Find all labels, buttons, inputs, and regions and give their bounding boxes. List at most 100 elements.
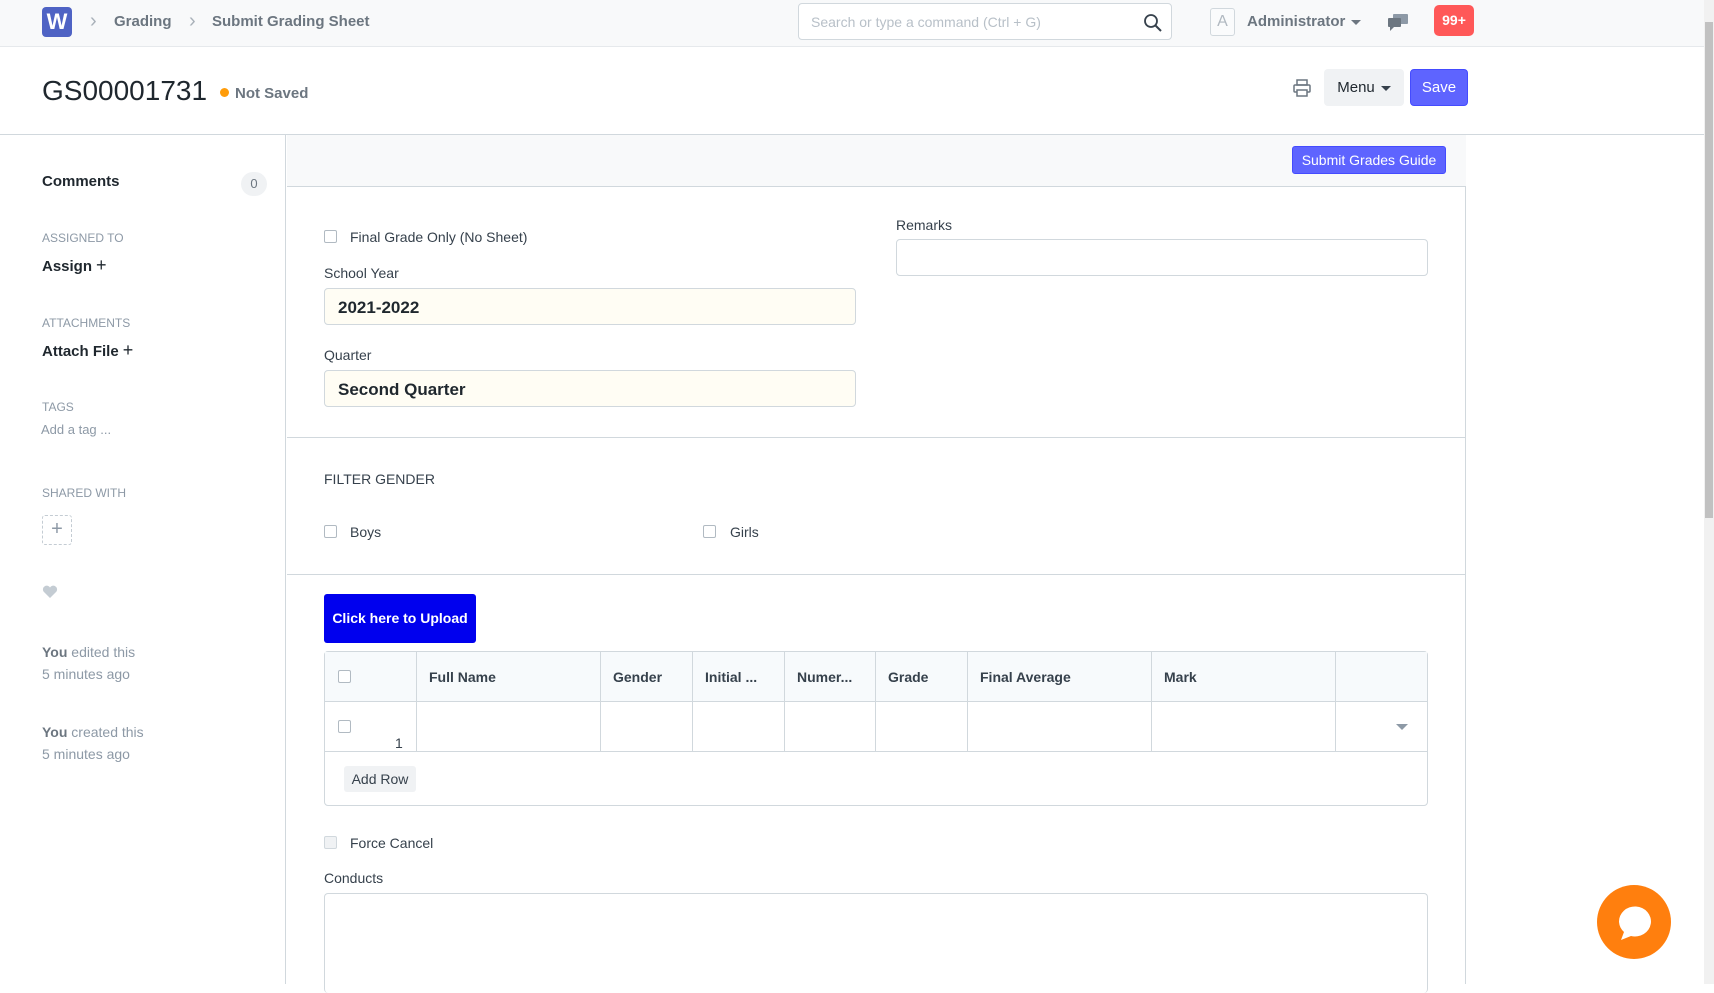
notification-badge[interactable]: 99+ xyxy=(1434,5,1474,36)
boys-label: Boys xyxy=(350,524,382,540)
attachments-heading: ATTACHMENTS xyxy=(42,316,131,330)
add-tag-input[interactable]: Add a tag ... xyxy=(41,422,111,437)
status-dot-icon xyxy=(220,88,229,97)
menu-button[interactable]: Menu xyxy=(1324,69,1404,106)
school-year-value: 2021-2022 xyxy=(338,298,420,317)
row-expand-icon[interactable] xyxy=(1396,724,1408,730)
app-logo[interactable]: W xyxy=(42,7,72,37)
add-row-button[interactable]: Add Row xyxy=(344,766,416,792)
search-input[interactable] xyxy=(799,4,1129,39)
user-menu[interactable]: Administrator xyxy=(1247,13,1362,30)
search-box xyxy=(798,3,1172,40)
scrollbar-thumb[interactable] xyxy=(1705,22,1713,518)
gender-cell[interactable] xyxy=(601,702,693,752)
status-text: Not Saved xyxy=(235,85,309,102)
assigned-to-heading: ASSIGNED TO xyxy=(42,231,124,245)
force-cancel-label: Force Cancel xyxy=(350,835,434,851)
column-header: Gender xyxy=(601,652,693,702)
remarks-field[interactable] xyxy=(896,239,1428,276)
chat-icon[interactable] xyxy=(1387,13,1409,31)
force-cancel-checkbox[interactable] xyxy=(324,836,337,849)
activity-action: edited this xyxy=(71,644,136,660)
caret-down-icon xyxy=(1351,19,1362,25)
conducts-label: Conducts xyxy=(324,870,384,886)
school-year-label: School Year xyxy=(324,265,399,281)
final-average-cell[interactable] xyxy=(968,702,1152,752)
initial-cell[interactable] xyxy=(693,702,785,752)
assign-button[interactable]: Assign + xyxy=(42,255,107,276)
add-share-button[interactable]: + xyxy=(42,515,72,545)
column-header: Numer... xyxy=(785,652,876,702)
breadcrumb-submit-grading-sheet[interactable]: Submit Grading Sheet xyxy=(212,13,370,30)
activity-user: You xyxy=(42,644,68,660)
quarter-field[interactable]: Second Quarter xyxy=(324,370,856,407)
heart-icon[interactable] xyxy=(42,585,58,599)
grades-section: Click here to Upload Full Name Gender In… xyxy=(287,575,1466,993)
save-button[interactable]: Save xyxy=(1410,69,1468,106)
form-toolbar: Submit Grades Guide xyxy=(287,135,1466,187)
upload-button[interactable]: Click here to Upload xyxy=(324,594,476,643)
chevron-right-icon: › xyxy=(189,10,196,32)
full-name-cell[interactable] xyxy=(417,702,601,752)
column-header: Initial ... xyxy=(693,652,785,702)
mark-cell[interactable] xyxy=(1152,702,1336,752)
school-year-field[interactable]: 2021-2022 xyxy=(324,288,856,325)
print-icon[interactable] xyxy=(1293,79,1311,97)
numerical-cell[interactable] xyxy=(785,702,876,752)
activity-time: 5 minutes ago xyxy=(42,746,130,762)
comments-count-badge: 0 xyxy=(241,172,267,196)
activity-time: 5 minutes ago xyxy=(42,666,130,682)
attach-file-label: Attach File xyxy=(42,343,119,360)
table-row[interactable]: 1 xyxy=(325,702,1427,752)
chevron-right-icon: › xyxy=(90,10,97,32)
tags-heading: TAGS xyxy=(42,400,74,414)
girls-label: Girls xyxy=(730,524,759,540)
select-all-cell xyxy=(325,652,417,702)
shared-with-heading: SHARED WITH xyxy=(42,486,126,500)
form-section-details: Final Grade Only (No Sheet) School Year … xyxy=(287,187,1466,438)
select-all-checkbox[interactable] xyxy=(338,670,351,683)
page-header: GS00001731 Not Saved Menu Save xyxy=(0,47,1704,135)
form-sidebar: Comments 0 ASSIGNED TO Assign + ATTACHMEN… xyxy=(0,135,286,984)
row-checkbox[interactable] xyxy=(338,720,351,733)
chat-widget-button[interactable] xyxy=(1597,885,1671,959)
plus-icon: + xyxy=(122,340,134,360)
activity-action: created this xyxy=(71,724,144,740)
girls-checkbox[interactable] xyxy=(703,525,716,538)
chat-bubble-icon xyxy=(1618,906,1651,940)
caret-down-icon xyxy=(1380,85,1391,91)
plus-icon: + xyxy=(51,518,63,540)
attach-file-button[interactable]: Attach File + xyxy=(42,340,133,361)
search-icon[interactable] xyxy=(1143,13,1163,33)
menu-label: Menu xyxy=(1337,79,1375,96)
filter-gender-section: FILTER GENDER Boys Girls xyxy=(287,438,1466,575)
table-header: Full Name Gender Initial ... Numer... Gr… xyxy=(325,652,1427,702)
row-select-cell: 1 xyxy=(325,702,417,752)
final-grade-only-label: Final Grade Only (No Sheet) xyxy=(350,229,528,245)
avatar[interactable]: A xyxy=(1210,8,1235,36)
activity-user: You xyxy=(42,724,68,740)
top-navbar: W › Grading › Submit Grading Sheet A Adm… xyxy=(0,0,1714,47)
comments-link[interactable]: Comments xyxy=(42,173,120,190)
conducts-textarea[interactable] xyxy=(324,893,1428,993)
grade-cell[interactable] xyxy=(876,702,968,752)
activity-item: You edited this 5 minutes ago xyxy=(42,641,135,685)
remarks-label: Remarks xyxy=(896,217,953,233)
form-layout: Submit Grades Guide Final Grade Only (No… xyxy=(287,135,1466,993)
column-header: Grade xyxy=(876,652,968,702)
assign-label: Assign xyxy=(42,258,93,275)
activity-item: You created this 5 minutes ago xyxy=(42,721,144,765)
breadcrumb-grading[interactable]: Grading xyxy=(114,13,172,30)
user-name: Administrator xyxy=(1247,13,1346,30)
submit-grades-guide-button[interactable]: Submit Grades Guide xyxy=(1292,146,1446,174)
filter-gender-heading: FILTER GENDER xyxy=(324,471,435,487)
boys-checkbox[interactable] xyxy=(324,525,337,538)
grades-table: Full Name Gender Initial ... Numer... Gr… xyxy=(324,651,1428,806)
quarter-label: Quarter xyxy=(324,347,372,363)
column-header: Final Average xyxy=(968,652,1152,702)
page-title: GS00001731 xyxy=(42,75,208,106)
final-grade-only-checkbox[interactable] xyxy=(324,230,337,243)
quarter-value: Second Quarter xyxy=(338,380,466,399)
column-header: Full Name xyxy=(417,652,601,702)
status-indicator: Not Saved xyxy=(220,85,308,102)
